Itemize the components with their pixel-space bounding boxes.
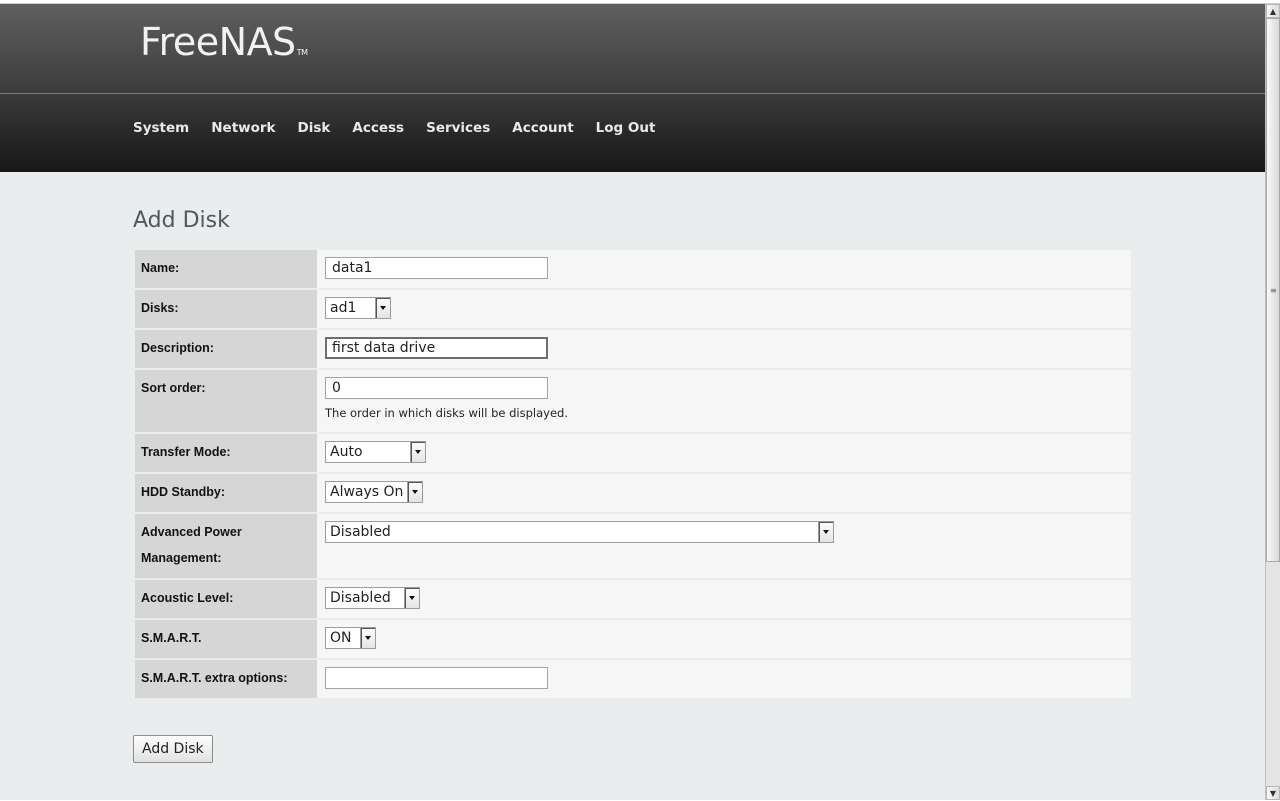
form-row-hdd-standby: HDD Standby: Always On	[135, 474, 1131, 512]
hdd-standby-label: HDD Standby:	[135, 474, 317, 512]
page-title: Add Disk	[133, 208, 230, 233]
sort-order-input[interactable]	[325, 377, 548, 399]
nav-item-network[interactable]: Network	[211, 120, 275, 136]
nav-item-logout[interactable]: Log Out	[596, 120, 656, 136]
chevron-up-icon[interactable]: ▲	[1266, 4, 1280, 18]
smart-extra-input[interactable]	[325, 667, 548, 689]
form-row-acoustic-level: Acoustic Level: Disabled	[135, 580, 1131, 618]
disks-select-value: ad1	[330, 300, 357, 316]
name-input[interactable]	[325, 257, 548, 279]
sort-order-help: The order in which disks will be display…	[325, 406, 568, 420]
vertical-scrollbar[interactable]: ▲ ≡ ▼	[1265, 4, 1280, 800]
apm-label-line1: Advanced Power	[141, 525, 242, 539]
form-row-description: Description:	[135, 330, 1131, 368]
smart-label: S.M.A.R.T.	[135, 620, 317, 658]
form-row-disks: Disks: ad1	[135, 290, 1131, 328]
sort-order-label: Sort order:	[135, 370, 317, 432]
dropdown-arrow-icon	[410, 442, 425, 462]
disks-select[interactable]: ad1	[325, 297, 391, 319]
description-cell	[317, 330, 1131, 368]
form-row-transfer-mode: Transfer Mode: Auto	[135, 434, 1131, 472]
form-row-apm: Advanced Power Management: Disabled	[135, 514, 1131, 578]
transfer-mode-label: Transfer Mode:	[135, 434, 317, 472]
name-label: Name:	[135, 250, 317, 288]
dropdown-arrow-icon	[360, 628, 375, 648]
add-disk-button[interactable]: Add Disk	[133, 735, 213, 763]
header-banner: FreeNASTM	[0, 4, 1265, 93]
chevron-down-icon[interactable]: ▼	[1266, 786, 1280, 800]
smart-select-value: ON	[330, 630, 352, 646]
apm-label-line2: Management:	[141, 551, 222, 565]
logo-trademark: TM	[296, 48, 308, 57]
nav-item-disk[interactable]: Disk	[298, 120, 331, 136]
smart-cell: ON	[317, 620, 1131, 658]
disks-cell: ad1	[317, 290, 1131, 328]
nav-item-account[interactable]: Account	[512, 120, 573, 136]
dropdown-arrow-icon	[375, 298, 390, 318]
acoustic-level-select-value: Disabled	[330, 590, 391, 606]
main-nav: System Network Disk Access Services Acco…	[133, 120, 677, 136]
transfer-mode-select-value: Auto	[330, 444, 363, 460]
hdd-standby-select-value: Always On	[330, 484, 404, 500]
disks-label: Disks:	[135, 290, 317, 328]
dropdown-arrow-icon	[407, 482, 422, 502]
apm-cell: Disabled	[317, 514, 1131, 578]
nav-item-access[interactable]: Access	[352, 120, 404, 136]
hdd-standby-cell: Always On	[317, 474, 1131, 512]
freenas-logo[interactable]: FreeNASTM	[140, 18, 308, 77]
acoustic-level-select[interactable]: Disabled	[325, 587, 420, 609]
logo-text: FreeNAS	[140, 20, 296, 64]
name-cell	[317, 250, 1131, 288]
smart-select[interactable]: ON	[325, 627, 376, 649]
apm-label: Advanced Power Management:	[135, 514, 317, 578]
hdd-standby-select[interactable]: Always On	[325, 481, 423, 503]
description-label: Description:	[135, 330, 317, 368]
nav-item-system[interactable]: System	[133, 120, 189, 136]
dropdown-arrow-icon	[404, 588, 419, 608]
form-row-smart: S.M.A.R.T. ON	[135, 620, 1131, 658]
grip-icon: ≡	[1270, 286, 1277, 295]
acoustic-level-cell: Disabled	[317, 580, 1131, 618]
page-viewport: FreeNASTM System Network Disk Access Ser…	[0, 4, 1265, 800]
main-nav-bar: System Network Disk Access Services Acco…	[0, 93, 1265, 172]
form-row-name: Name:	[135, 250, 1131, 288]
transfer-mode-select[interactable]: Auto	[325, 441, 426, 463]
dropdown-arrow-icon	[818, 522, 833, 542]
description-input[interactable]	[325, 337, 548, 359]
sort-order-cell: The order in which disks will be display…	[317, 370, 1131, 432]
smart-extra-cell	[317, 660, 1131, 698]
apm-select-value: Disabled	[330, 524, 391, 540]
form-row-sort-order: Sort order: The order in which disks wil…	[135, 370, 1131, 432]
scrollbar-thumb[interactable]: ≡	[1266, 18, 1280, 562]
smart-extra-label: S.M.A.R.T. extra options:	[135, 660, 317, 698]
transfer-mode-cell: Auto	[317, 434, 1131, 472]
apm-select[interactable]: Disabled	[325, 521, 834, 543]
nav-item-services[interactable]: Services	[426, 120, 490, 136]
form-row-smart-extra: S.M.A.R.T. extra options:	[135, 660, 1131, 698]
add-disk-form: Name: Disks: ad1 Description: Sort order…	[135, 248, 1131, 700]
acoustic-level-label: Acoustic Level:	[135, 580, 317, 618]
